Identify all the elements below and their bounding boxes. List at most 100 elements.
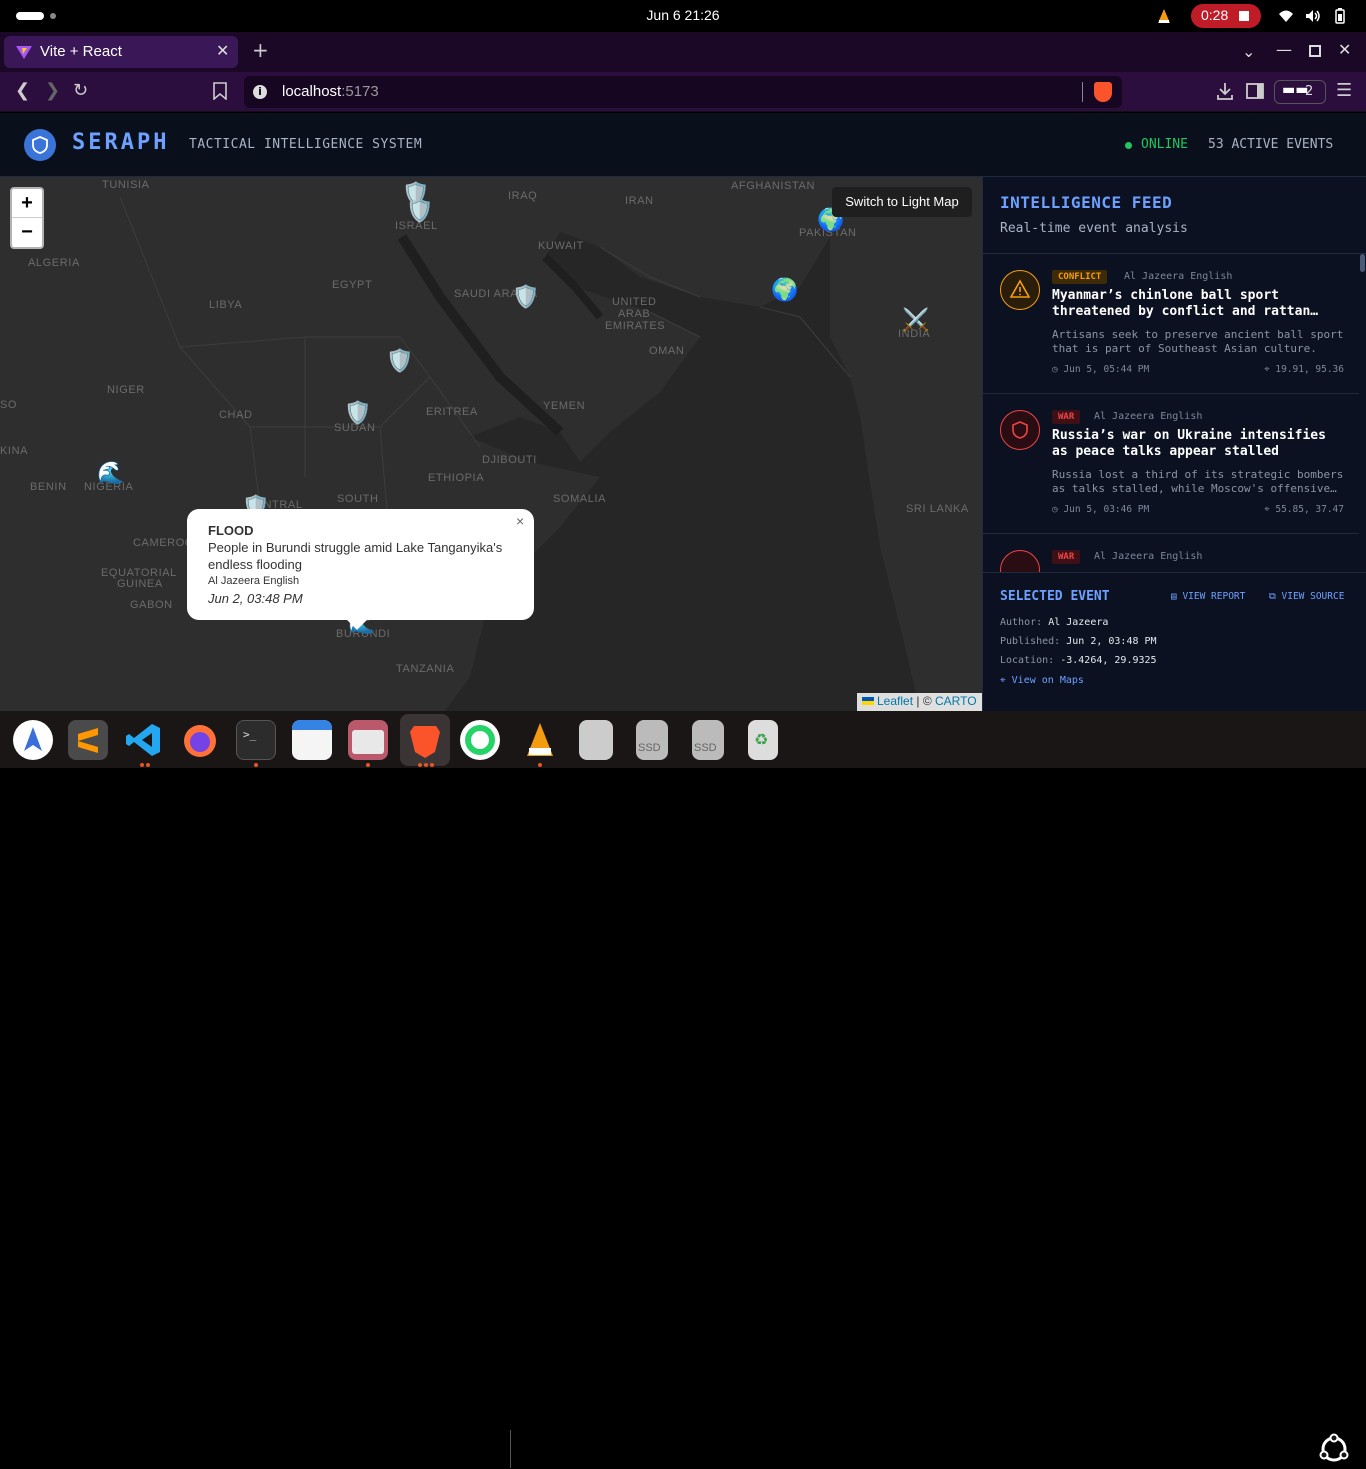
wave-marker-icon[interactable]: 🌊 (97, 463, 124, 485)
feed-item-source: Al Jazeera English (1094, 551, 1203, 562)
trash-icon[interactable]: ♻ (748, 720, 778, 760)
running-indicator (538, 763, 542, 767)
running-indicator (424, 763, 428, 767)
show-apps-icon[interactable] (1318, 1433, 1350, 1465)
zoom-out-button[interactable]: − (12, 218, 42, 247)
wallet-button[interactable]: ▬▬ 2 (1274, 80, 1326, 104)
shield-marker-icon[interactable]: 🛡️ (386, 351, 413, 373)
disks-icon[interactable] (579, 720, 613, 760)
sublime-text-icon[interactable] (68, 720, 108, 760)
site-info-icon[interactable]: i (253, 85, 267, 99)
calendar-icon[interactable] (292, 720, 332, 760)
reload-icon[interactable]: ↻ (73, 82, 88, 100)
vite-favicon-icon (16, 44, 32, 64)
feed-item-title: Myanmar’s chinlone ball sport threatened… (1052, 288, 1311, 319)
selected-published-row: Published: Jun 2, 03:48 PM (1000, 636, 1157, 647)
feed-item[interactable]: WAR Al Jazeera English Russia’s war on U… (983, 394, 1359, 534)
tab-title: Vite + React (40, 43, 122, 60)
running-indicator (430, 763, 434, 767)
shield-marker-icon[interactable]: 🛡️ (406, 201, 433, 223)
clock-icon: ◷ (1052, 504, 1064, 515)
crossed-swords-marker-icon[interactable]: ⚔️ (902, 310, 929, 332)
shield-logo-icon (24, 129, 56, 161)
browser-tab[interactable]: Vite + React ✕ (4, 36, 238, 68)
running-indicator (146, 763, 150, 767)
ubuntu-dock: >_ SSD SSD ♻ (0, 711, 1366, 1468)
location-label: Location: (1000, 655, 1055, 666)
published-label: Published: (1000, 636, 1061, 647)
leaflet-link[interactable]: Leaflet (877, 694, 913, 708)
address-bar[interactable]: i localhost:5173 (244, 76, 1122, 108)
sidebar-toggle-icon[interactable] (1246, 82, 1264, 104)
country-label: UNITED (612, 296, 657, 308)
minimize-window-button[interactable]: — (1276, 40, 1292, 59)
zoom-in-button[interactable]: + (12, 189, 42, 218)
selected-event-title: SELECTED EVENT (1000, 589, 1110, 604)
map-pin-icon: ⌖ (1000, 675, 1012, 686)
ssd-label: SSD (638, 742, 661, 754)
forward-icon[interactable]: ❯ (45, 82, 60, 100)
app-center-icon[interactable] (13, 720, 53, 760)
feed-item-source: Al Jazeera English (1094, 411, 1203, 422)
ssd-label: SSD (694, 742, 717, 754)
location-value: -3.4264, 29.9325 (1060, 655, 1157, 666)
location-pin-icon: ⌖ (1264, 504, 1276, 515)
map-view[interactable]: TUNISIA AFGHANISTAN IRAQ IRAN ISRAEL KUW… (0, 177, 982, 711)
country-label: LIBYA (209, 299, 243, 311)
shield-icon (1000, 410, 1040, 450)
popup-event-date: Jun 2, 03:48 PM (208, 591, 303, 606)
popup-close-button[interactable]: × (516, 513, 524, 529)
files-icon[interactable] (348, 720, 388, 760)
feed-item[interactable]: CONFLICT Al Jazeera English Myanmar’s ch… (983, 254, 1359, 394)
country-label: ARAB (618, 308, 651, 320)
bookmark-icon[interactable] (213, 82, 227, 104)
stop-icon (1239, 11, 1249, 21)
brave-icon[interactable] (400, 714, 450, 766)
firefox-icon[interactable] (180, 720, 220, 760)
maximize-window-button[interactable] (1309, 45, 1321, 57)
terminal-icon[interactable]: >_ (236, 720, 276, 760)
switch-light-map-button[interactable]: Switch to Light Map (832, 187, 972, 217)
new-tab-button[interactable]: + (252, 38, 269, 62)
shield-marker-icon[interactable]: 🛡️ (344, 403, 371, 425)
feed-item-coords: ⌖ 19.91, 95.36 (1256, 364, 1344, 375)
running-indicator (366, 763, 370, 767)
view-source-link[interactable]: ⧉ VIEW SOURCE (1269, 591, 1344, 602)
screen-recording-indicator[interactable]: 0:28 (1191, 4, 1261, 28)
close-window-button[interactable]: ✕ (1338, 40, 1351, 59)
vscode-icon[interactable] (124, 720, 164, 760)
menu-icon[interactable]: ☰ (1336, 82, 1352, 100)
feed-scrollbar[interactable] (1360, 254, 1365, 272)
tab-list-chevron-icon[interactable]: ⌄ (1242, 42, 1255, 61)
close-tab-icon[interactable]: ✕ (216, 41, 229, 61)
url-text[interactable]: localhost:5173 (282, 83, 379, 100)
shield-marker-icon[interactable]: 🛡️ (512, 287, 539, 309)
carto-link[interactable]: CARTO (935, 694, 977, 708)
downloads-icon[interactable] (1216, 82, 1234, 104)
vlc-tray-icon[interactable] (1156, 8, 1172, 24)
volume-icon[interactable] (1305, 8, 1321, 24)
warning-icon (1000, 270, 1040, 310)
back-icon[interactable]: ❮ (15, 82, 30, 100)
running-indicator (418, 763, 422, 767)
category-badge: WAR (1052, 410, 1081, 424)
brave-shields-icon[interactable] (1094, 82, 1112, 102)
view-report-link[interactable]: ▤ VIEW REPORT (1171, 591, 1245, 602)
globe-marker-icon[interactable]: 🌍 (771, 280, 798, 302)
event-popup: FLOOD People in Burundi struggle amid La… (187, 509, 534, 630)
recording-time: 0:28 (1201, 7, 1229, 23)
whatsapp-icon[interactable] (460, 720, 500, 760)
wifi-icon[interactable] (1278, 8, 1294, 24)
ssd-drive-2-icon[interactable]: SSD (692, 720, 724, 760)
ssd-drive-1-icon[interactable]: SSD (636, 720, 668, 760)
feed-item-description: Artisans seek to preserve ancient ball s… (1052, 328, 1344, 355)
vlc-icon[interactable] (520, 720, 560, 760)
view-on-maps-link[interactable]: ⌖ View on Maps (1000, 675, 1084, 686)
ukraine-flag-icon (862, 697, 874, 705)
app-brand: SERAPH (72, 130, 170, 155)
external-link-icon: ⧉ (1269, 591, 1282, 602)
battery-icon[interactable] (1332, 8, 1348, 24)
country-label: OMAN (649, 345, 685, 357)
feed-item-time: ◷ Jun 5, 03:46 PM (1052, 504, 1149, 515)
attribution-separator: | © (913, 694, 935, 708)
